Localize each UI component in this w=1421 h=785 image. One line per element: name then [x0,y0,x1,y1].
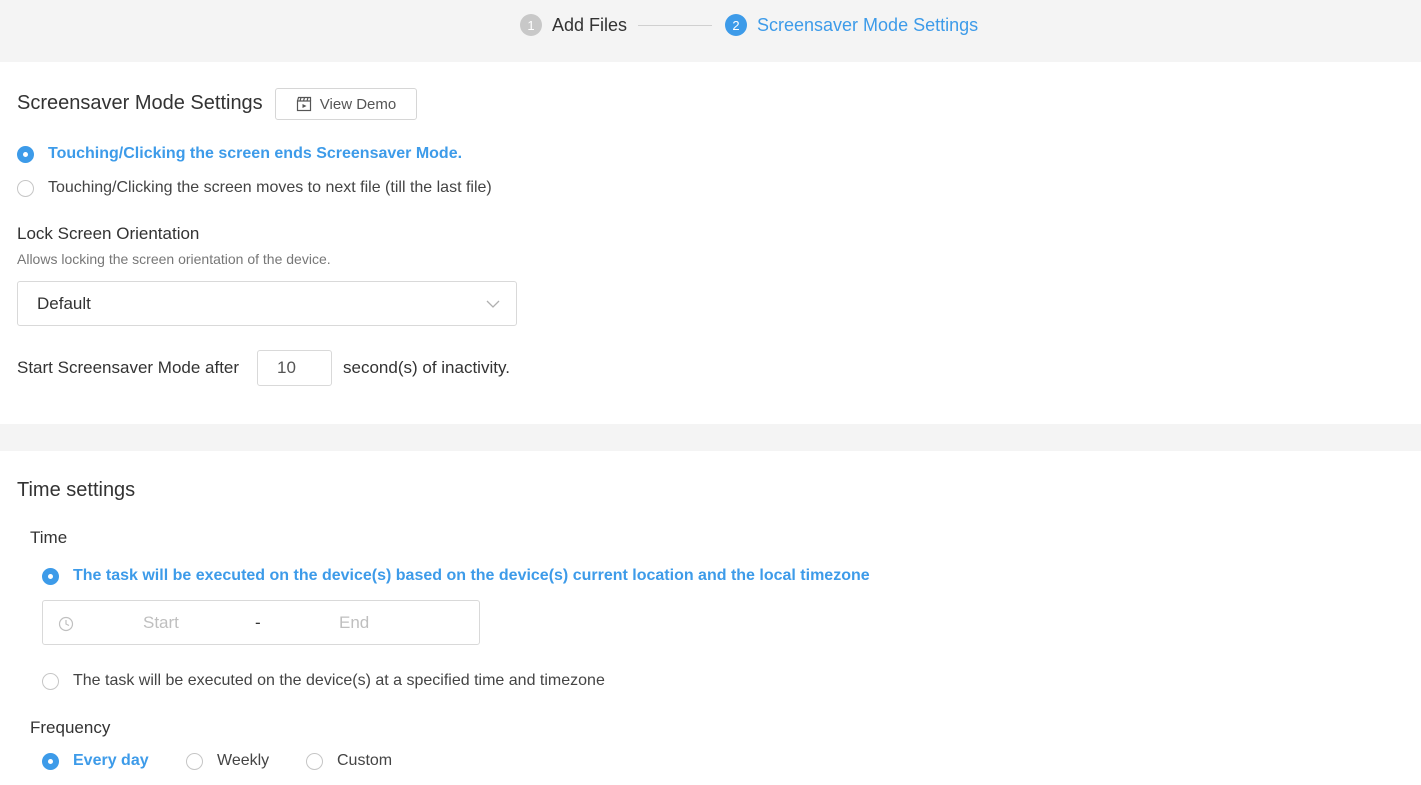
radio-label: Custom [337,752,393,769]
radio-every-day[interactable]: Every day [42,752,149,770]
frequency-label: Frequency [30,718,111,737]
clapperboard-icon [296,96,311,112]
view-demo-button[interactable]: View Demo [275,88,417,120]
view-demo-label: View Demo [319,95,397,113]
time-label: Time [30,528,68,547]
radio-specified-timezone[interactable]: The task will be executed on the device(… [42,672,605,690]
step-number: 1 [520,14,542,36]
radio-label: Every day [73,752,149,769]
inactivity-seconds-input[interactable] [257,350,332,386]
radio-button[interactable] [42,752,59,770]
step-add-files[interactable]: 1 Add Files [520,14,627,36]
radio-label: Weekly [217,752,270,769]
radio-label: The task will be executed on the device(… [73,672,605,689]
radio-weekly[interactable]: Weekly [186,752,269,770]
radio-button[interactable] [42,567,59,585]
steps-bar: 1 Add Files 2 Screensaver Mode Settings [0,0,1421,62]
start-time-placeholder: Start [143,613,179,632]
orientation-label: Lock Screen Orientation [17,224,200,243]
radio-ends-screensaver[interactable]: Touching/Clicking the screen ends Screen… [17,145,462,163]
radio-label: Touching/Clicking the screen ends Screen… [48,145,463,162]
radio-custom[interactable]: Custom [306,752,392,770]
inactivity-prefix: Start Screensaver Mode after [17,358,240,377]
end-time-placeholder: End [339,613,370,632]
radio-local-timezone[interactable]: The task will be executed on the device(… [42,567,870,585]
radio-button[interactable] [306,752,323,770]
step-label: Screensaver Mode Settings [757,14,979,35]
radio-button[interactable] [186,752,203,770]
step-connector [638,25,712,26]
section-title-time: Time settings [17,479,136,501]
orientation-value: Default [37,293,91,313]
time-range-picker[interactable]: Start - End [42,600,480,645]
inactivity-suffix: second(s) of inactivity. [343,358,510,377]
section-title-screensaver: Screensaver Mode Settings [17,92,263,114]
radio-label: Touching/Clicking the screen moves to ne… [48,179,492,196]
step-label: Add Files [552,14,628,35]
step-screensaver-settings[interactable]: 2 Screensaver Mode Settings [725,14,978,36]
orientation-select[interactable]: Default [17,281,517,326]
radio-next-file[interactable]: Touching/Clicking the screen moves to ne… [17,179,492,197]
radio-button[interactable] [17,179,34,197]
radio-button[interactable] [17,145,34,163]
section-divider [0,424,1421,451]
orientation-hint: Allows locking the screen orientation of… [17,251,331,267]
clock-icon [58,616,74,632]
range-separator: - [255,613,261,632]
radio-label: The task will be executed on the device(… [73,567,870,584]
step-number: 2 [725,14,747,36]
chevron-down-icon [486,300,500,308]
radio-button[interactable] [42,672,59,690]
